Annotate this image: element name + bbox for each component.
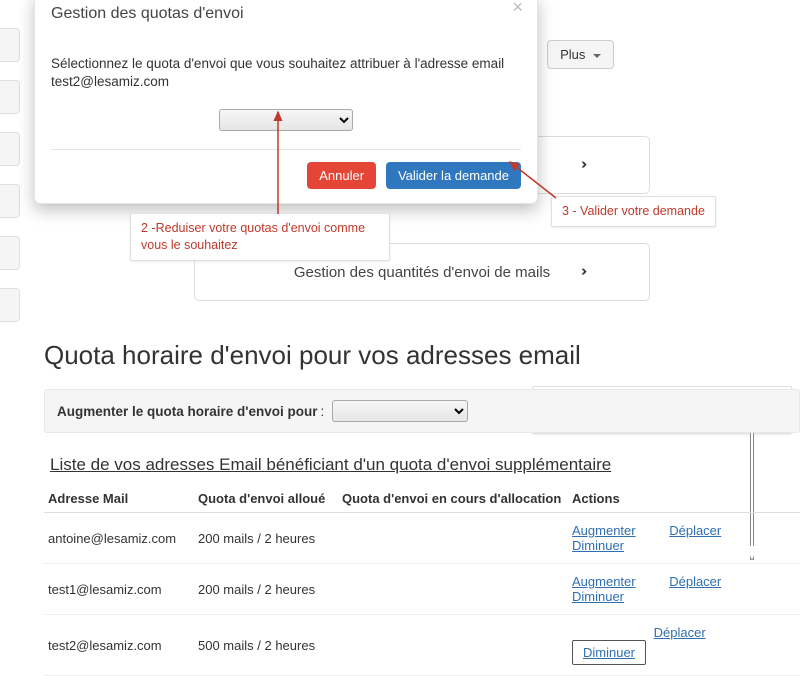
th-alloc: Quota d'envoi en cours d'allocation [338,485,568,513]
callout-step-2: 2 -Reduiser votre quotas d'envoi comme v… [130,213,390,261]
cell-alloc [338,513,568,564]
modal-footer: Annuler Valider la demande [51,149,521,189]
cell-mail: test1@lesamiz.com [44,564,194,615]
modal-title: Gestion des quotas d'envoi [51,5,521,23]
cell-alloc [338,615,568,676]
action-diminuer[interactable]: Diminuer [572,538,624,553]
cell-mail: antoine@lesamiz.com [44,513,194,564]
cell-quota: 200 mails / 2 heures [194,564,338,615]
cell-mail: test2@lesamiz.com [44,615,194,676]
th-quota: Quota d'envoi alloué [194,485,338,513]
panel-box-2-label: Gestion des quantités d'envoi de mails [294,264,550,281]
more-button-label: Plus [560,47,585,62]
action-augmenter[interactable]: Augmenter [572,574,636,589]
callout-step-3: 3 - Valider votre demande [551,196,716,227]
action-deplacer[interactable]: Déplacer [654,625,706,640]
page-title: Quota horaire d'envoi pour vos adresses … [44,340,800,371]
table-row: test1@lesamiz.com 200 mails / 2 heures A… [44,564,800,615]
modal-body-email: test2@lesamiz.com [51,74,169,89]
close-icon[interactable]: × [512,0,523,18]
cell-quota: 500 mails / 2 heures [194,615,338,676]
cell-quota: 200 mails / 2 heures [194,513,338,564]
quota-modal: Gestion des quotas d'envoi × Sélectionne… [34,0,538,204]
more-button[interactable]: Plus [547,40,614,69]
cancel-button[interactable]: Annuler [307,162,376,189]
validate-button[interactable]: Valider la demande [386,162,521,189]
action-diminuer[interactable]: Diminuer [583,645,635,660]
action-deplacer[interactable]: Déplacer [669,574,721,589]
filter-colon: : [321,404,325,419]
modal-body-text: Sélectionnez le quota d'envoi que vous s… [51,56,504,71]
modal-body: Sélectionnez le quota d'envoi que vous s… [51,25,521,149]
action-augmenter[interactable]: Augmenter [572,523,636,538]
quota-table: Adresse Mail Quota d'envoi alloué Quota … [44,485,800,676]
list-title: Liste de vos adresses Email bénéficiant … [50,455,800,475]
filter-label: Augmenter le quota horaire d'envoi pour [57,404,318,419]
filter-select[interactable] [332,400,468,422]
chevron-right-icon: ›› [581,263,583,280]
action-diminuer[interactable]: Diminuer [572,589,624,604]
main-content: Quota horaire d'envoi pour vos adresses … [44,340,800,676]
table-row: test2@lesamiz.com 500 mails / 2 heures D… [44,615,800,676]
th-mail: Adresse Mail [44,485,194,513]
action-deplacer[interactable]: Déplacer [669,523,721,538]
cell-alloc [338,564,568,615]
quota-select[interactable] [219,109,353,131]
caret-down-icon [593,54,601,58]
toolbar: Plus [547,40,614,69]
action-diminuer-highlighted[interactable]: Diminuer [572,640,646,665]
th-actions: Actions [568,485,800,513]
chevron-right-icon: ›› [581,156,583,173]
table-row: antoine@lesamiz.com 200 mails / 2 heures… [44,513,800,564]
left-sidebar-stubs [0,28,20,340]
filter-row: Augmenter le quota horaire d'envoi pour … [44,389,800,433]
